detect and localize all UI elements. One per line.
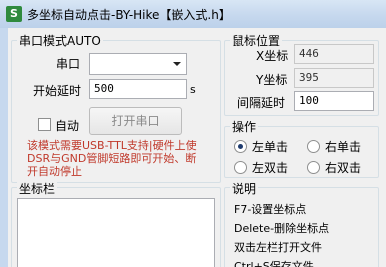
chevron-down-icon <box>173 62 181 66</box>
auto-label: 自动 <box>55 119 80 133</box>
radio-left-single-click-label: 左单击 <box>252 140 289 154</box>
serial-note-line-2: DSR与GND管脚短路即可开始、断 <box>27 152 197 165</box>
coords-group-title: 坐标栏 <box>17 180 58 197</box>
interval-input[interactable]: 100 <box>294 91 374 111</box>
open-port-button[interactable]: 打开串口 <box>89 107 182 135</box>
coords-list[interactable] <box>17 198 215 267</box>
radio-right-double-click-label: 右双击 <box>325 161 362 175</box>
radio-left-double-click-label: 左双击 <box>252 161 289 175</box>
help-group-title: 说明 <box>230 180 259 197</box>
y-coord-value: 395 <box>294 68 374 88</box>
radio-left-single-click[interactable] <box>234 140 247 153</box>
interval-label: 间隔延时 <box>237 96 286 110</box>
help-line-1: F7-设置坐标点 <box>234 203 307 216</box>
radio-right-double-click[interactable] <box>307 161 320 174</box>
delay-label: 开始延时 <box>33 84 82 98</box>
auto-checkbox[interactable] <box>38 118 51 131</box>
radio-right-single-click-label: 右单击 <box>325 140 362 154</box>
title-bar[interactable]: S 多坐标自动点击-BY-Hike【嵌入式.h】 <box>0 0 386 28</box>
delay-input[interactable]: 500 <box>89 79 187 99</box>
window-frame-left <box>0 28 8 267</box>
serial-note-line-3: 开自动停止 <box>27 165 82 178</box>
help-line-4: Ctrl+S保存文件 <box>234 260 314 267</box>
y-coord-label: Y坐标 <box>256 73 288 87</box>
window-title: 多坐标自动点击-BY-Hike【嵌入式.h】 <box>27 8 231 22</box>
serial-group-title: 串口模式AUTO <box>17 32 103 49</box>
x-coord-value: 446 <box>294 44 374 64</box>
delay-unit: s <box>190 83 196 96</box>
port-label: 串口 <box>56 57 81 71</box>
app-icon: S <box>6 6 22 22</box>
x-coord-label: X坐标 <box>256 49 289 63</box>
radio-right-single-click[interactable] <box>307 140 320 153</box>
help-line-2: Delete-删除坐标点 <box>234 222 330 235</box>
help-line-3: 双击左栏打开文件 <box>234 241 322 254</box>
action-group-title: 操作 <box>230 118 259 135</box>
app-window: S 多坐标自动点击-BY-Hike【嵌入式.h】 串口模式AUTO 串口 开始延… <box>0 0 386 267</box>
radio-left-double-click[interactable] <box>234 161 247 174</box>
port-select[interactable] <box>89 53 187 75</box>
serial-note-line-1: 该模式需要USB-TTL支持|硬件上使 <box>27 139 197 152</box>
client-area: 串口模式AUTO 串口 开始延时 500 s 自动 打开串口 该模式需要USB-… <box>8 28 386 267</box>
